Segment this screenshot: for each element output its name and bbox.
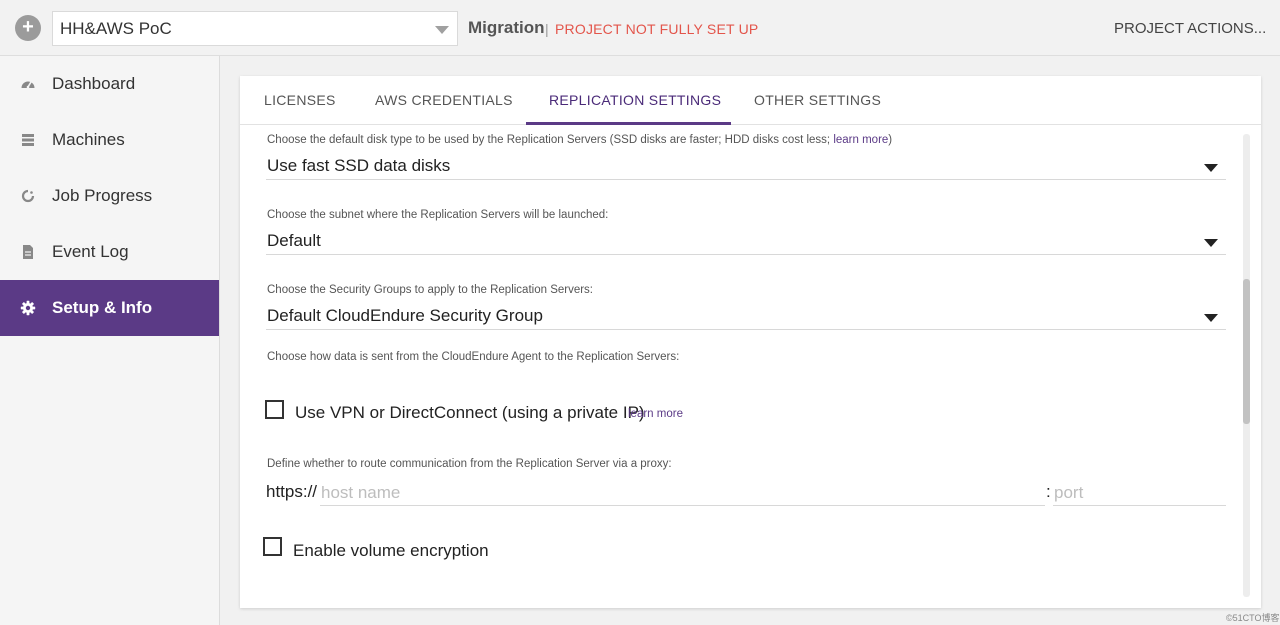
encryption-checkbox-label[interactable]: Enable volume encryption (293, 541, 489, 561)
watermark: ©51CTO博客 (1226, 613, 1280, 623)
proxy-colon: : (1046, 482, 1051, 501)
sidebar-item-machines[interactable]: Machines (0, 112, 219, 168)
project-actions-button[interactable]: PROJECT ACTIONS... (1114, 20, 1266, 37)
sidebar-item-setup-info[interactable]: Setup & Info (0, 280, 219, 336)
security-groups-label: Choose the Security Groups to apply to t… (267, 284, 594, 296)
security-groups-caret-icon[interactable] (1204, 314, 1218, 322)
settings-card: LICENSES AWS CREDENTIALS REPLICATION SET… (240, 76, 1261, 608)
disk-type-select[interactable]: Use fast SSD data disks (267, 156, 450, 176)
sidebar-item-event-log[interactable]: Event Log (0, 224, 219, 280)
event-log-icon (23, 245, 33, 259)
dashboard-icon (21, 81, 35, 89)
sidebar-item-label: Dashboard (52, 74, 136, 93)
subnet-label: Choose the subnet where the Replication … (267, 209, 609, 221)
sidebar-item-label: Job Progress (52, 186, 153, 205)
subnet-caret-icon[interactable] (1204, 239, 1218, 247)
disk-label-close-paren: ) (888, 134, 893, 146)
sidebar-item-label: Setup & Info (52, 298, 153, 317)
add-project-button[interactable]: + (15, 15, 41, 41)
disk-type-caret-icon[interactable] (1204, 164, 1218, 172)
proxy-port-input[interactable] (1053, 480, 1226, 506)
sidebar-item-label: Machines (52, 130, 125, 149)
proxy-label: Define whether to route communication fr… (267, 458, 672, 470)
machines-icon (22, 134, 34, 146)
chevron-down-icon (435, 26, 449, 34)
sidebar-item-dashboard[interactable]: Dashboard (0, 56, 219, 112)
vpn-checkbox[interactable] (265, 400, 284, 419)
project-selector[interactable]: HH&AWS PoC (52, 11, 458, 46)
security-groups-select[interactable]: Default CloudEndure Security Group (267, 306, 543, 326)
job-progress-icon (21, 189, 35, 203)
subnet-select[interactable]: Default (267, 231, 321, 251)
vpn-learn-more-link[interactable]: learn more (628, 408, 683, 420)
tab-aws-credentials[interactable]: AWS CREDENTIALS (375, 92, 513, 108)
project-selector-value: HH&AWS PoC (60, 19, 172, 38)
vpn-checkbox-label[interactable]: Use VPN or DirectConnect (using a privat… (295, 403, 645, 423)
settings-tabs: LICENSES AWS CREDENTIALS REPLICATION SET… (240, 76, 1261, 125)
tab-other-settings[interactable]: OTHER SETTINGS (754, 92, 881, 108)
disk-type-label-text: Choose the default disk type to be used … (267, 134, 831, 146)
encryption-checkbox[interactable] (263, 537, 282, 556)
disk-type-underline (266, 179, 1226, 180)
proxy-host-input[interactable] (320, 480, 1045, 506)
tab-licenses[interactable]: LICENSES (264, 92, 336, 108)
security-groups-underline (266, 329, 1226, 330)
tab-replication-settings[interactable]: REPLICATION SETTINGS (549, 92, 721, 108)
project-status-warning: PROJECT NOT FULLY SET UP (555, 21, 759, 37)
sidebar-item-job-progress[interactable]: Job Progress (0, 168, 219, 224)
proxy-scheme: https:// (266, 482, 318, 501)
subnet-underline (266, 254, 1226, 255)
active-tab-indicator (526, 122, 731, 125)
sidebar: Dashboard Machines Job Progress Event Lo… (0, 56, 220, 625)
disk-learn-more-link[interactable]: learn more (833, 134, 888, 146)
data-route-label: Choose how data is sent from the CloudEn… (267, 351, 680, 363)
sidebar-item-label: Event Log (52, 242, 129, 261)
project-mode: Migration (468, 18, 545, 37)
scrollbar-thumb[interactable] (1243, 279, 1250, 424)
gear-icon (20, 300, 36, 316)
top-bar: + HH&AWS PoC Migration | PROJECT NOT FUL… (0, 0, 1280, 56)
disk-type-label: Choose the default disk type to be used … (267, 134, 892, 146)
title-separator: | (545, 21, 549, 37)
